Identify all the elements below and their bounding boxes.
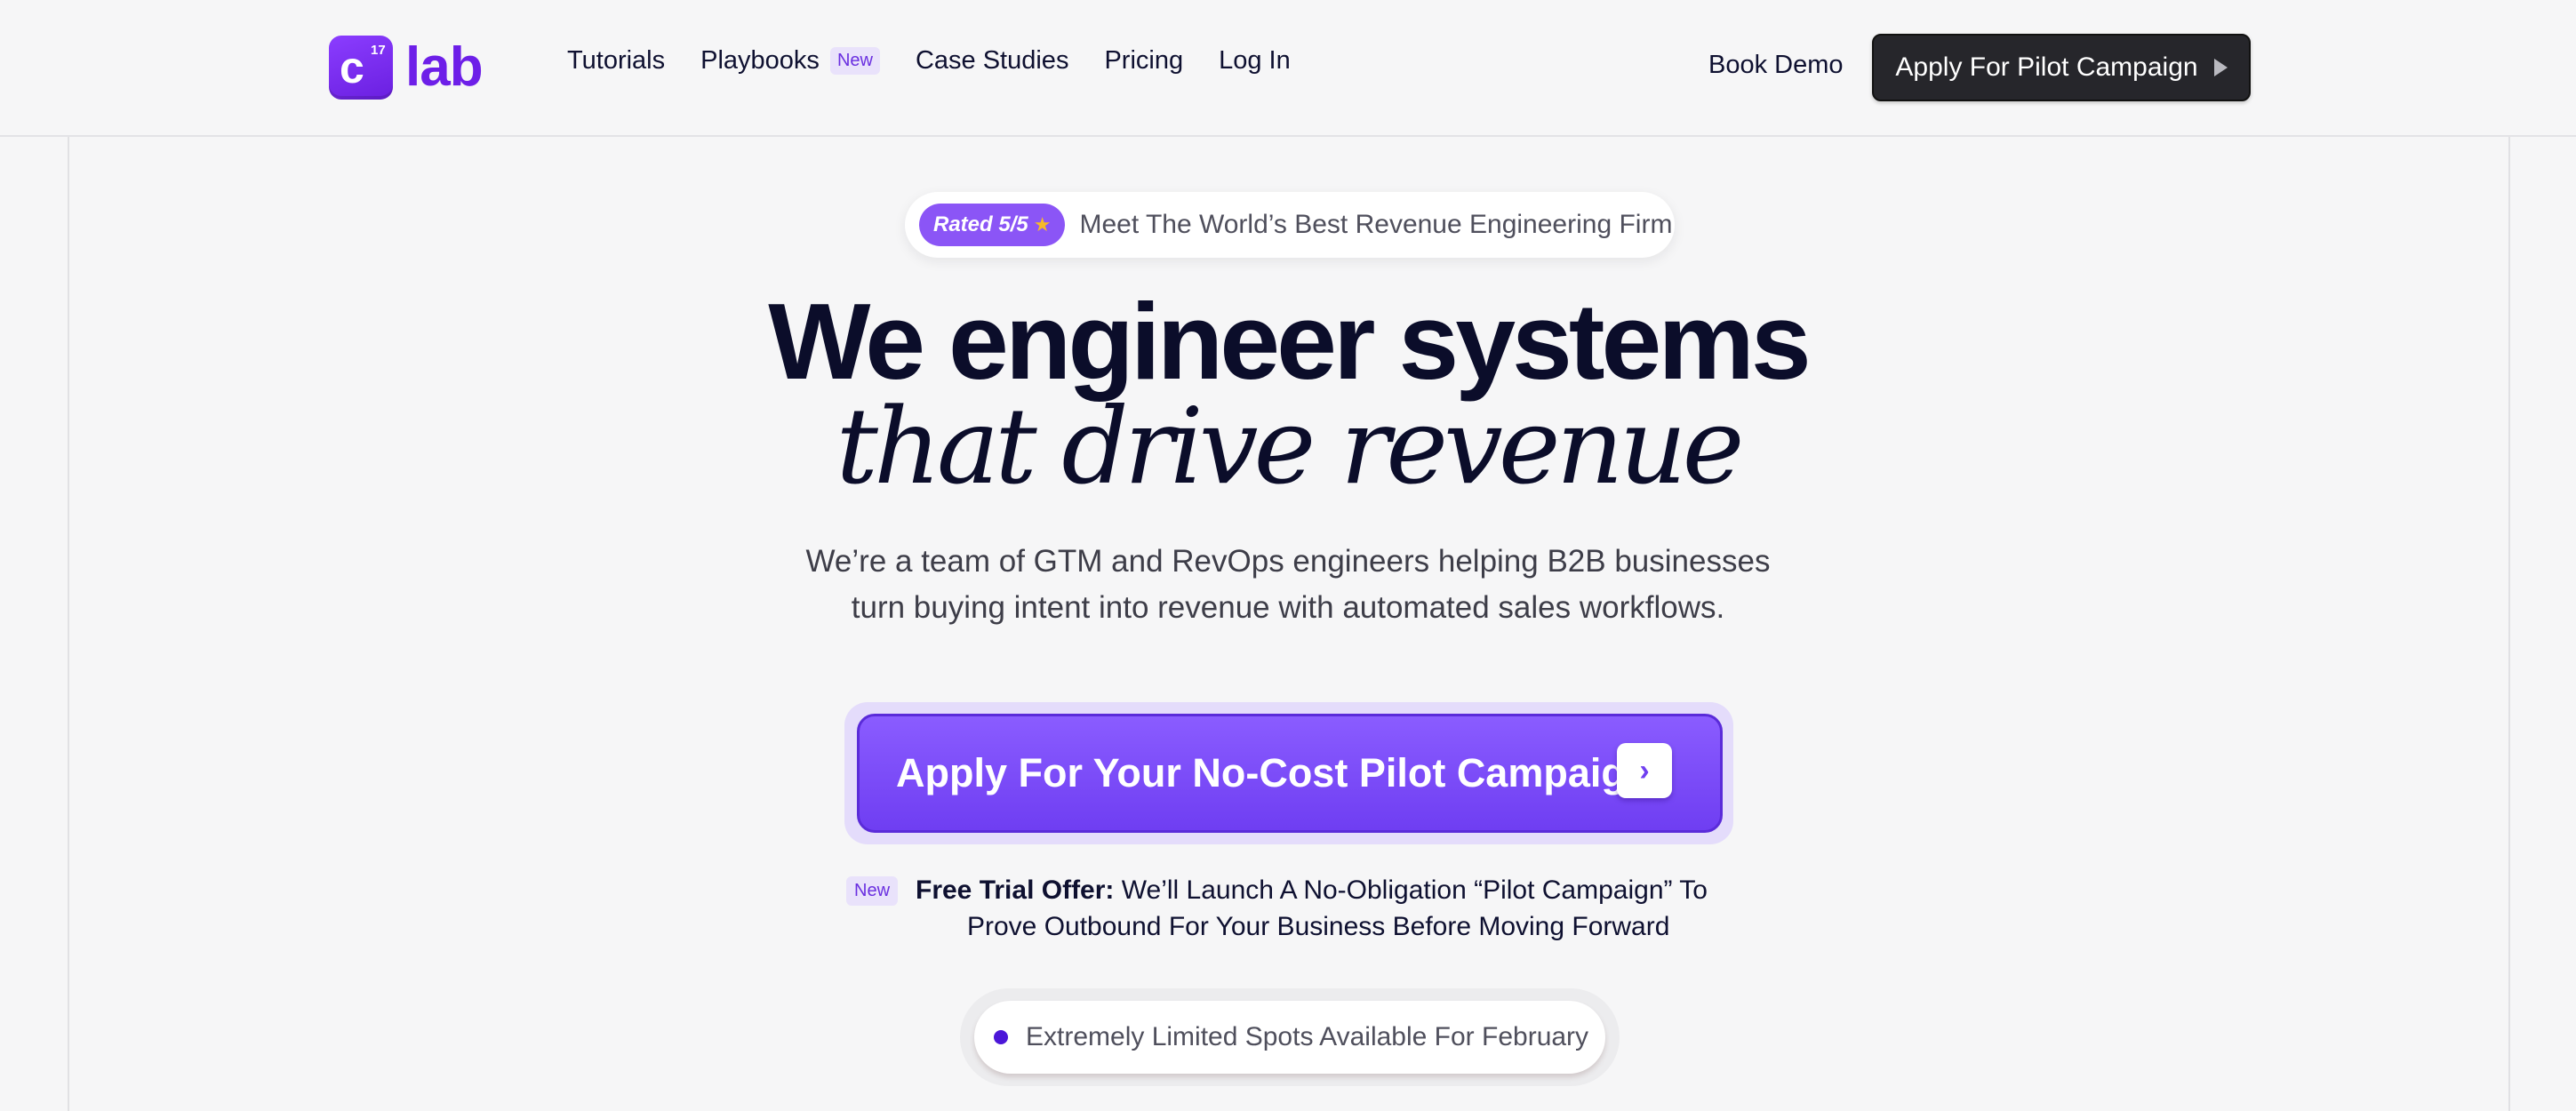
limited-spots-pill: Extremely Limited Spots Available For Fe… bbox=[974, 1001, 1605, 1074]
chevron-right-icon: › bbox=[1639, 754, 1650, 787]
rating-pill: Rated 5/5 ★ Meet The World’s Best Revenu… bbox=[905, 192, 1675, 258]
nav-link-label: Case Studies bbox=[915, 46, 1069, 75]
nav-link-playbooks[interactable]: Playbooks New bbox=[700, 46, 880, 76]
hero-subheadline-line2: turn buying intent into revenue with aut… bbox=[851, 590, 1725, 625]
apply-no-cost-pilot-button[interactable]: Apply For Your No-Cost Pilot Campaign › bbox=[857, 714, 1723, 833]
play-icon bbox=[2213, 59, 2228, 76]
hero-headline-line1: We engineer systems bbox=[768, 281, 1811, 402]
nav-link-log-in[interactable]: Log In bbox=[1219, 46, 1291, 76]
top-navigation-bar: c 17 lab Tutorials Playbooks New Case Stu… bbox=[0, 0, 2576, 137]
hero-subheadline: We’re a team of GTM and RevOps engineers… bbox=[0, 539, 2576, 631]
rated-badge: Rated 5/5 ★ bbox=[919, 204, 1066, 246]
nav-link-label: Log In bbox=[1219, 46, 1291, 75]
arrow-box: › bbox=[1617, 743, 1672, 798]
nav-link-label: Tutorials bbox=[567, 46, 666, 75]
status-dot-icon bbox=[994, 1030, 1008, 1044]
hero-subheadline-line1: We’re a team of GTM and RevOps engineers… bbox=[805, 544, 1771, 579]
nav-link-case-studies[interactable]: Case Studies bbox=[916, 46, 1069, 76]
main-nav: Tutorials Playbooks New Case Studies Pric… bbox=[567, 46, 1326, 76]
star-icon: ★ bbox=[1033, 213, 1052, 236]
rating-tagline: Meet The World’s Best Revenue Engineerin… bbox=[1079, 210, 1673, 239]
new-badge: New bbox=[846, 876, 899, 906]
limited-spots-text: Extremely Limited Spots Available For Fe… bbox=[1026, 1022, 1589, 1051]
logo-wordmark: lab bbox=[405, 36, 484, 98]
logo-mark: c 17 bbox=[329, 36, 393, 100]
logo[interactable]: c 17 lab bbox=[329, 36, 484, 100]
new-badge: New bbox=[829, 47, 880, 75]
nav-link-label: Playbooks bbox=[700, 46, 820, 75]
nav-link-pricing[interactable]: Pricing bbox=[1104, 46, 1183, 76]
hero-headline-line2: that drive revenue bbox=[836, 385, 1745, 508]
free-trial-offer-line1: Free Trial Offer: We’ll Launch A No-Obli… bbox=[916, 875, 1708, 906]
apply-pilot-campaign-button[interactable]: Apply For Pilot Campaign bbox=[1872, 34, 2251, 101]
free-trial-offer-text: We’ll Launch A No-Obligation “Pilot Camp… bbox=[1114, 875, 1708, 905]
free-trial-offer-label: Free Trial Offer: bbox=[916, 875, 1115, 905]
free-trial-offer-line2: Prove Outbound For Your Business Before … bbox=[967, 912, 1670, 941]
book-demo-link[interactable]: Book Demo bbox=[1708, 51, 1844, 80]
button-label: Apply For Pilot Campaign bbox=[1895, 52, 2198, 82]
button-label: Apply For Your No-Cost Pilot Campaign bbox=[896, 750, 1651, 795]
rated-badge-label: Rated 5/5 bbox=[933, 212, 1028, 236]
nav-link-tutorials[interactable]: Tutorials bbox=[567, 46, 665, 76]
logo-mark-superscript: 17 bbox=[371, 43, 386, 58]
logo-mark-letter: c bbox=[340, 43, 364, 92]
nav-link-label: Pricing bbox=[1104, 46, 1184, 75]
